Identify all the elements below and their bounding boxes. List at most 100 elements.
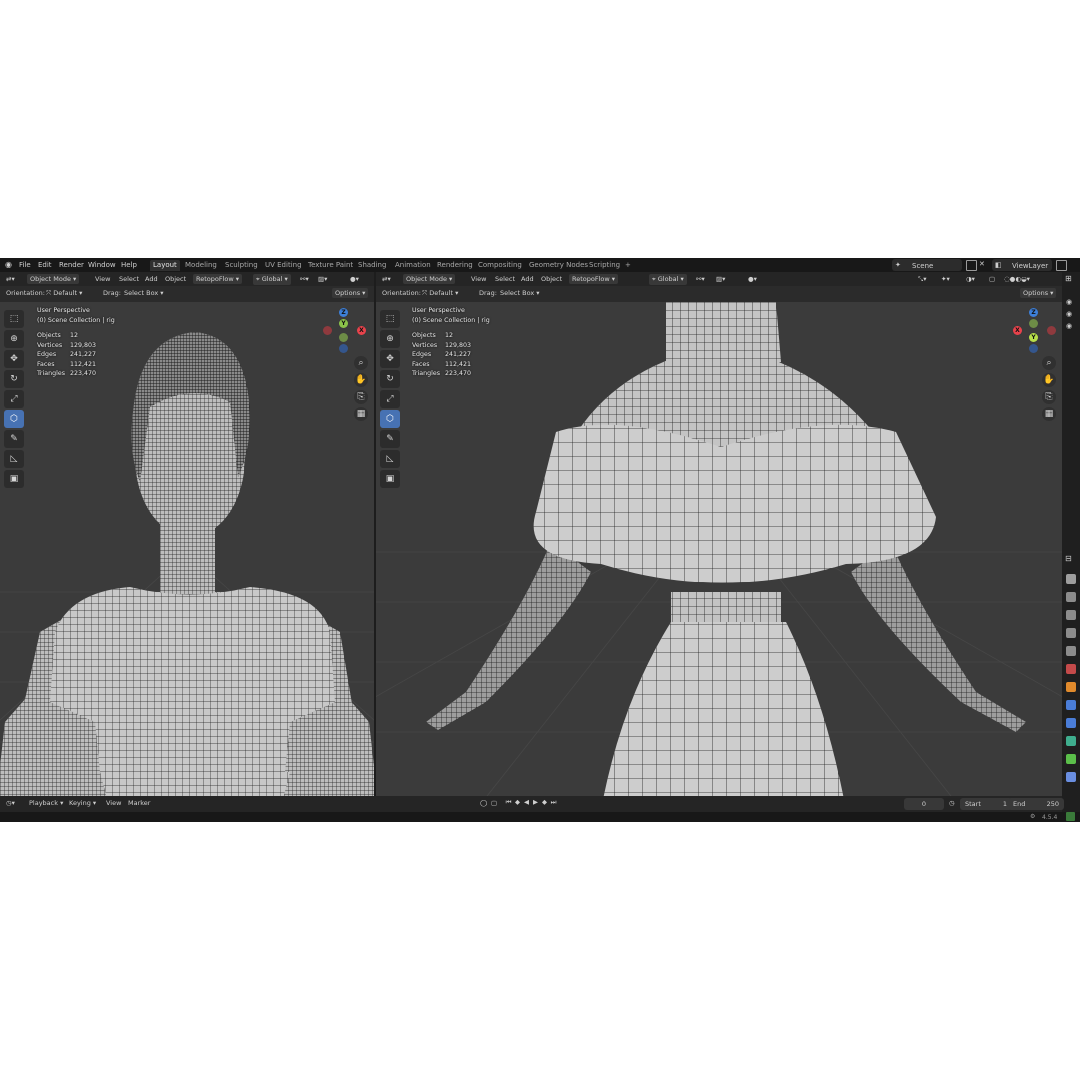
jump-start-icon[interactable]: ⏮ <box>504 798 513 807</box>
menu-add[interactable]: Add <box>521 275 534 283</box>
move-icon[interactable]: ✥ <box>4 350 24 368</box>
menu-window[interactable]: Window <box>88 261 116 269</box>
add-workspace-button[interactable]: + <box>622 260 634 271</box>
particles-properties-icon[interactable] <box>1066 718 1076 728</box>
render-properties-icon[interactable] <box>1066 592 1076 602</box>
proportional-edit-icon[interactable]: ●▾ <box>350 275 359 283</box>
xray-toggle-icon[interactable]: ▢ <box>989 275 995 283</box>
constraints-properties-icon[interactable] <box>1066 754 1076 764</box>
viewport-area-left[interactable]: ⬚ ⊕ ✥ ↻ ⤢ ⬡ ✎ ◺ ▣ User Perspective (0) S… <box>0 302 374 796</box>
axis-neg-y-icon[interactable] <box>339 333 348 342</box>
axis-neg-x-icon[interactable] <box>323 326 332 335</box>
blender-logo-icon[interactable]: ◉ <box>5 260 12 269</box>
axis-z-icon[interactable]: Z <box>339 308 348 317</box>
shading-modes-icon[interactable]: ◌●◐◒▾ <box>1004 275 1030 283</box>
tab-shading[interactable]: Shading <box>355 260 389 271</box>
pivot-icon[interactable]: ⚯▾ <box>696 275 705 283</box>
play-icon[interactable]: ▶ <box>531 798 540 806</box>
world-properties-icon[interactable] <box>1066 664 1076 674</box>
properties-editor-icon[interactable]: ⊟ <box>1065 554 1072 563</box>
rotate-icon[interactable]: ↻ <box>4 370 24 388</box>
new-scene-icon[interactable] <box>966 260 977 271</box>
preview-range-icon[interactable]: ◷ <box>949 799 955 807</box>
play-reverse-icon[interactable]: ◀ <box>522 798 531 806</box>
zoom-icon[interactable]: ⌕ <box>1042 356 1056 370</box>
pan-icon[interactable]: ✋ <box>1042 373 1056 387</box>
orientation-dropdown[interactable]: ⤧ Default ▾ <box>422 289 458 298</box>
camera-view-icon[interactable]: ⎘ <box>354 390 368 404</box>
transform-icon[interactable]: ⬡ <box>4 410 24 428</box>
orientation-dropdown[interactable]: ⤧ Default ▾ <box>46 289 82 298</box>
menu-object[interactable]: Object <box>541 275 562 283</box>
axis-z-icon[interactable]: Z <box>1029 308 1038 317</box>
transform-orientation-dropdown[interactable]: ⌖ Global ▾ <box>649 273 687 285</box>
tab-compositing[interactable]: Compositing <box>475 260 525 271</box>
rotate-icon[interactable]: ↻ <box>380 370 400 388</box>
axis-neg-x-icon[interactable] <box>1047 326 1056 335</box>
menu-file[interactable]: File <box>19 261 31 269</box>
playback-menu[interactable]: Playback ▾ <box>29 799 63 807</box>
view-layer-selector[interactable]: ◧ ViewLayer <box>992 259 1052 271</box>
pivot-icon[interactable]: ⚯▾ <box>300 275 309 283</box>
current-frame-field[interactable]: 0 <box>904 798 944 810</box>
gizmo-toggle-icon[interactable]: ⤡▾ <box>918 275 926 284</box>
drag-dropdown[interactable]: Select Box ▾ <box>124 289 164 297</box>
axis-neg-y-icon[interactable] <box>1029 319 1038 328</box>
scale-icon[interactable]: ⤢ <box>380 390 400 408</box>
axis-x-icon[interactable]: X <box>1013 326 1022 335</box>
axis-neg-z-icon[interactable] <box>339 344 348 353</box>
add-cube-icon[interactable]: ▣ <box>4 470 24 488</box>
mode-dropdown[interactable]: Object Mode ▾ <box>403 273 456 284</box>
viewport-right[interactable]: ⇄▾ Object Mode ▾ View Select Add Object … <box>376 272 1062 796</box>
camera-icon[interactable]: ◉ <box>1066 322 1072 330</box>
overlay-toggle-icon[interactable]: ✦▾ <box>941 275 950 283</box>
view-layer-properties-icon[interactable] <box>1066 628 1076 638</box>
annotate-icon[interactable]: ✎ <box>380 430 400 448</box>
scene-selector[interactable]: ✦ Scene <box>892 259 962 271</box>
physics-properties-icon[interactable] <box>1066 736 1076 746</box>
cursor-icon[interactable]: ⊕ <box>380 330 400 348</box>
proportional-edit-icon[interactable]: ●▾ <box>748 275 757 283</box>
tab-rendering[interactable]: Rendering <box>434 260 476 271</box>
tab-uv-editing[interactable]: UV Editing <box>262 260 305 271</box>
menu-add[interactable]: Add <box>145 275 158 283</box>
output-properties-icon[interactable] <box>1066 610 1076 620</box>
drag-dropdown[interactable]: Select Box ▾ <box>500 289 540 297</box>
viewport-left[interactable]: ⇄▾ Object Mode ▾ View Select Add Object … <box>0 272 374 796</box>
overlays-icon[interactable]: ◑▾ <box>966 275 975 283</box>
jump-end-icon[interactable]: ⏭ <box>549 798 558 807</box>
options-dropdown[interactable]: Options ▾ <box>332 288 369 298</box>
menu-render[interactable]: Render <box>59 261 84 269</box>
snap-icon[interactable]: ▨▾ <box>318 275 327 283</box>
axis-y-icon[interactable]: Y <box>339 319 348 328</box>
tab-geometry-nodes[interactable]: Geometry Nodes <box>526 260 591 271</box>
retopoflow-dropdown[interactable]: RetopoFlow ▾ <box>569 273 619 284</box>
end-frame-field[interactable]: End 250 <box>1008 798 1064 810</box>
outliner-icon[interactable]: ⊞ <box>1065 274 1072 283</box>
viewport-area-right[interactable]: ⬚ ⊕ ✥ ↻ ⤢ ⬡ ✎ ◺ ▣ User Perspective (0) S… <box>376 302 1062 796</box>
keying-menu[interactable]: Keying ▾ <box>69 799 96 807</box>
retopoflow-dropdown[interactable]: RetopoFlow ▾ <box>193 273 243 284</box>
menu-view[interactable]: View <box>95 275 110 283</box>
menu-object[interactable]: Object <box>165 275 186 283</box>
transform-orientation-dropdown[interactable]: ⌖ Global ▾ <box>253 273 291 285</box>
data-properties-icon[interactable] <box>1066 772 1076 782</box>
add-cube-icon[interactable]: ▣ <box>380 470 400 488</box>
tab-sculpting[interactable]: Sculpting <box>222 260 261 271</box>
perspective-grid-icon[interactable]: ▦ <box>1042 407 1056 421</box>
menu-help[interactable]: Help <box>121 261 137 269</box>
measure-icon[interactable]: ◺ <box>4 450 24 468</box>
tab-animation[interactable]: Animation <box>392 260 434 271</box>
menu-view[interactable]: View <box>471 275 486 283</box>
menu-select[interactable]: Select <box>495 275 515 283</box>
new-view-layer-icon[interactable] <box>1056 260 1067 271</box>
zoom-icon[interactable]: ⌕ <box>354 356 368 370</box>
modifier-properties-icon[interactable] <box>1066 700 1076 710</box>
tab-scripting[interactable]: Scripting <box>586 260 623 271</box>
camera-icon[interactable]: ◉ <box>1066 298 1072 306</box>
annotate-icon[interactable]: ✎ <box>4 430 24 448</box>
axis-neg-z-icon[interactable] <box>1029 344 1038 353</box>
timeline-view-menu[interactable]: View <box>106 799 121 807</box>
transform-icon[interactable]: ⬡ <box>380 410 400 428</box>
start-frame-field[interactable]: Start 1 <box>960 798 1012 810</box>
